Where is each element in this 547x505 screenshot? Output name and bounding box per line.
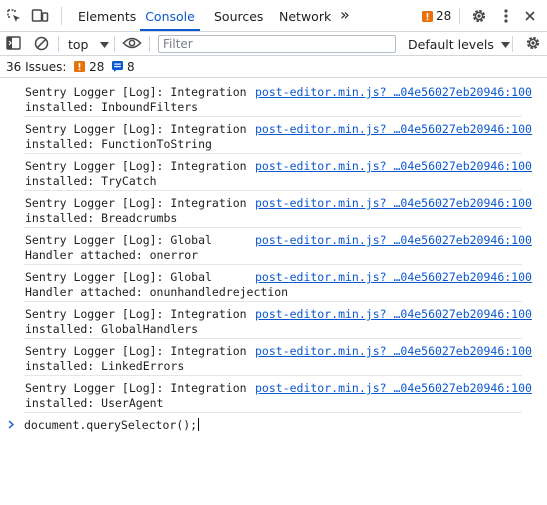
issues-warnings-link[interactable]: 28 (74, 60, 108, 74)
context-selector[interactable]: top (68, 37, 110, 52)
log-levels-dropdown[interactable]: Default levels (408, 37, 510, 52)
source-link[interactable]: post-editor.min.js? …04e56027eb20946:100 (255, 159, 532, 174)
divider (58, 36, 59, 52)
console-messages: Sentry Logger [Log]: Integration install… (0, 80, 547, 413)
text-cursor (198, 418, 200, 431)
chevron-down-icon (500, 42, 510, 48)
chevron-down-icon (100, 42, 110, 48)
console-settings-gear-icon[interactable] (524, 34, 542, 52)
message-text: Sentry Logger [Log]: Global Handler atta… (25, 270, 289, 299)
close-icon[interactable] (521, 7, 539, 25)
console-input[interactable]: document.querySelector(); (24, 418, 200, 432)
warnings-badge[interactable]: 28 (422, 9, 451, 23)
console-message: Sentry Logger [Log]: Global Handler atta… (24, 228, 532, 265)
divider (61, 7, 62, 25)
tab-console[interactable]: Console (140, 0, 200, 31)
inspect-element-icon[interactable] (5, 7, 23, 25)
console-message: Sentry Logger [Log]: Integration install… (24, 80, 532, 117)
device-toolbar-icon[interactable] (31, 7, 49, 25)
console-message: Sentry Logger [Log]: Integration install… (24, 302, 532, 339)
kebab-menu-icon[interactable] (497, 7, 515, 25)
source-link[interactable]: post-editor.min.js? …04e56027eb20946:100 (255, 233, 532, 248)
source-link[interactable]: post-editor.min.js? …04e56027eb20946:100 (255, 381, 532, 396)
message-text: Sentry Logger [Log]: Integration install… (25, 159, 247, 188)
issues-bar: 36 Issues: 28 8 (0, 56, 547, 78)
message-text: Sentry Logger [Log]: Integration install… (25, 122, 247, 151)
context-selector-label: top (68, 37, 89, 52)
tab-elements[interactable]: Elements (78, 0, 136, 31)
source-link[interactable]: post-editor.min.js? …04e56027eb20946:100 (255, 196, 532, 211)
devtools-tab-bar: Elements Console Sources Network » 28 (0, 0, 547, 32)
warning-icon (74, 61, 86, 72)
warning-count: 28 (436, 9, 452, 23)
tab-network[interactable]: Network (279, 0, 331, 31)
filter-input[interactable] (158, 35, 396, 53)
issues-message-count: 8 (127, 60, 135, 74)
message-text: Sentry Logger [Log]: Integration install… (25, 307, 247, 336)
divider (512, 36, 513, 52)
source-link[interactable]: post-editor.min.js? …04e56027eb20946:100 (255, 122, 532, 137)
source-link[interactable]: post-editor.min.js? …04e56027eb20946:100 (255, 270, 532, 285)
console-message: Sentry Logger [Log]: Global Handler atta… (24, 265, 532, 302)
issues-label: 36 Issues: (6, 60, 67, 74)
message-text: Sentry Logger [Log]: Integration install… (25, 381, 247, 410)
warning-icon (422, 10, 433, 22)
console-message: Sentry Logger [Log]: Integration install… (24, 376, 532, 413)
issues-warning-count: 28 (89, 60, 105, 74)
divider (114, 36, 115, 52)
divider (459, 8, 460, 24)
more-tabs-chevron-icon[interactable]: » (340, 0, 350, 31)
console-input-text: document.querySelector(); (24, 418, 198, 432)
message-text: Sentry Logger [Log]: Integration install… (25, 196, 247, 225)
sidebar-toggle-icon[interactable] (4, 34, 22, 52)
console-message: Sentry Logger [Log]: Integration install… (24, 339, 532, 376)
log-levels-label: Default levels (408, 37, 494, 52)
message-text: Sentry Logger [Log]: Global Handler atta… (25, 233, 212, 262)
console-message: Sentry Logger [Log]: Integration install… (24, 191, 532, 228)
live-expression-eye-icon[interactable] (121, 34, 143, 52)
prompt-chevron-icon (8, 418, 15, 432)
console-prompt[interactable]: document.querySelector(); (0, 417, 547, 435)
clear-console-icon[interactable] (32, 34, 50, 52)
tab-sources[interactable]: Sources (214, 0, 263, 31)
message-text: Sentry Logger [Log]: Integration install… (25, 344, 247, 373)
console-message: Sentry Logger [Log]: Integration install… (24, 117, 532, 154)
settings-gear-icon[interactable] (470, 7, 488, 25)
message-text: Sentry Logger [Log]: Integration install… (25, 85, 247, 114)
source-link[interactable]: post-editor.min.js? …04e56027eb20946:100 (255, 307, 532, 322)
divider (149, 36, 150, 52)
message-icon (112, 61, 124, 72)
issues-messages-link[interactable]: 8 (112, 60, 135, 74)
source-link[interactable]: post-editor.min.js? …04e56027eb20946:100 (255, 85, 532, 100)
console-message: Sentry Logger [Log]: Integration install… (24, 154, 532, 191)
source-link[interactable]: post-editor.min.js? …04e56027eb20946:100 (255, 344, 532, 359)
